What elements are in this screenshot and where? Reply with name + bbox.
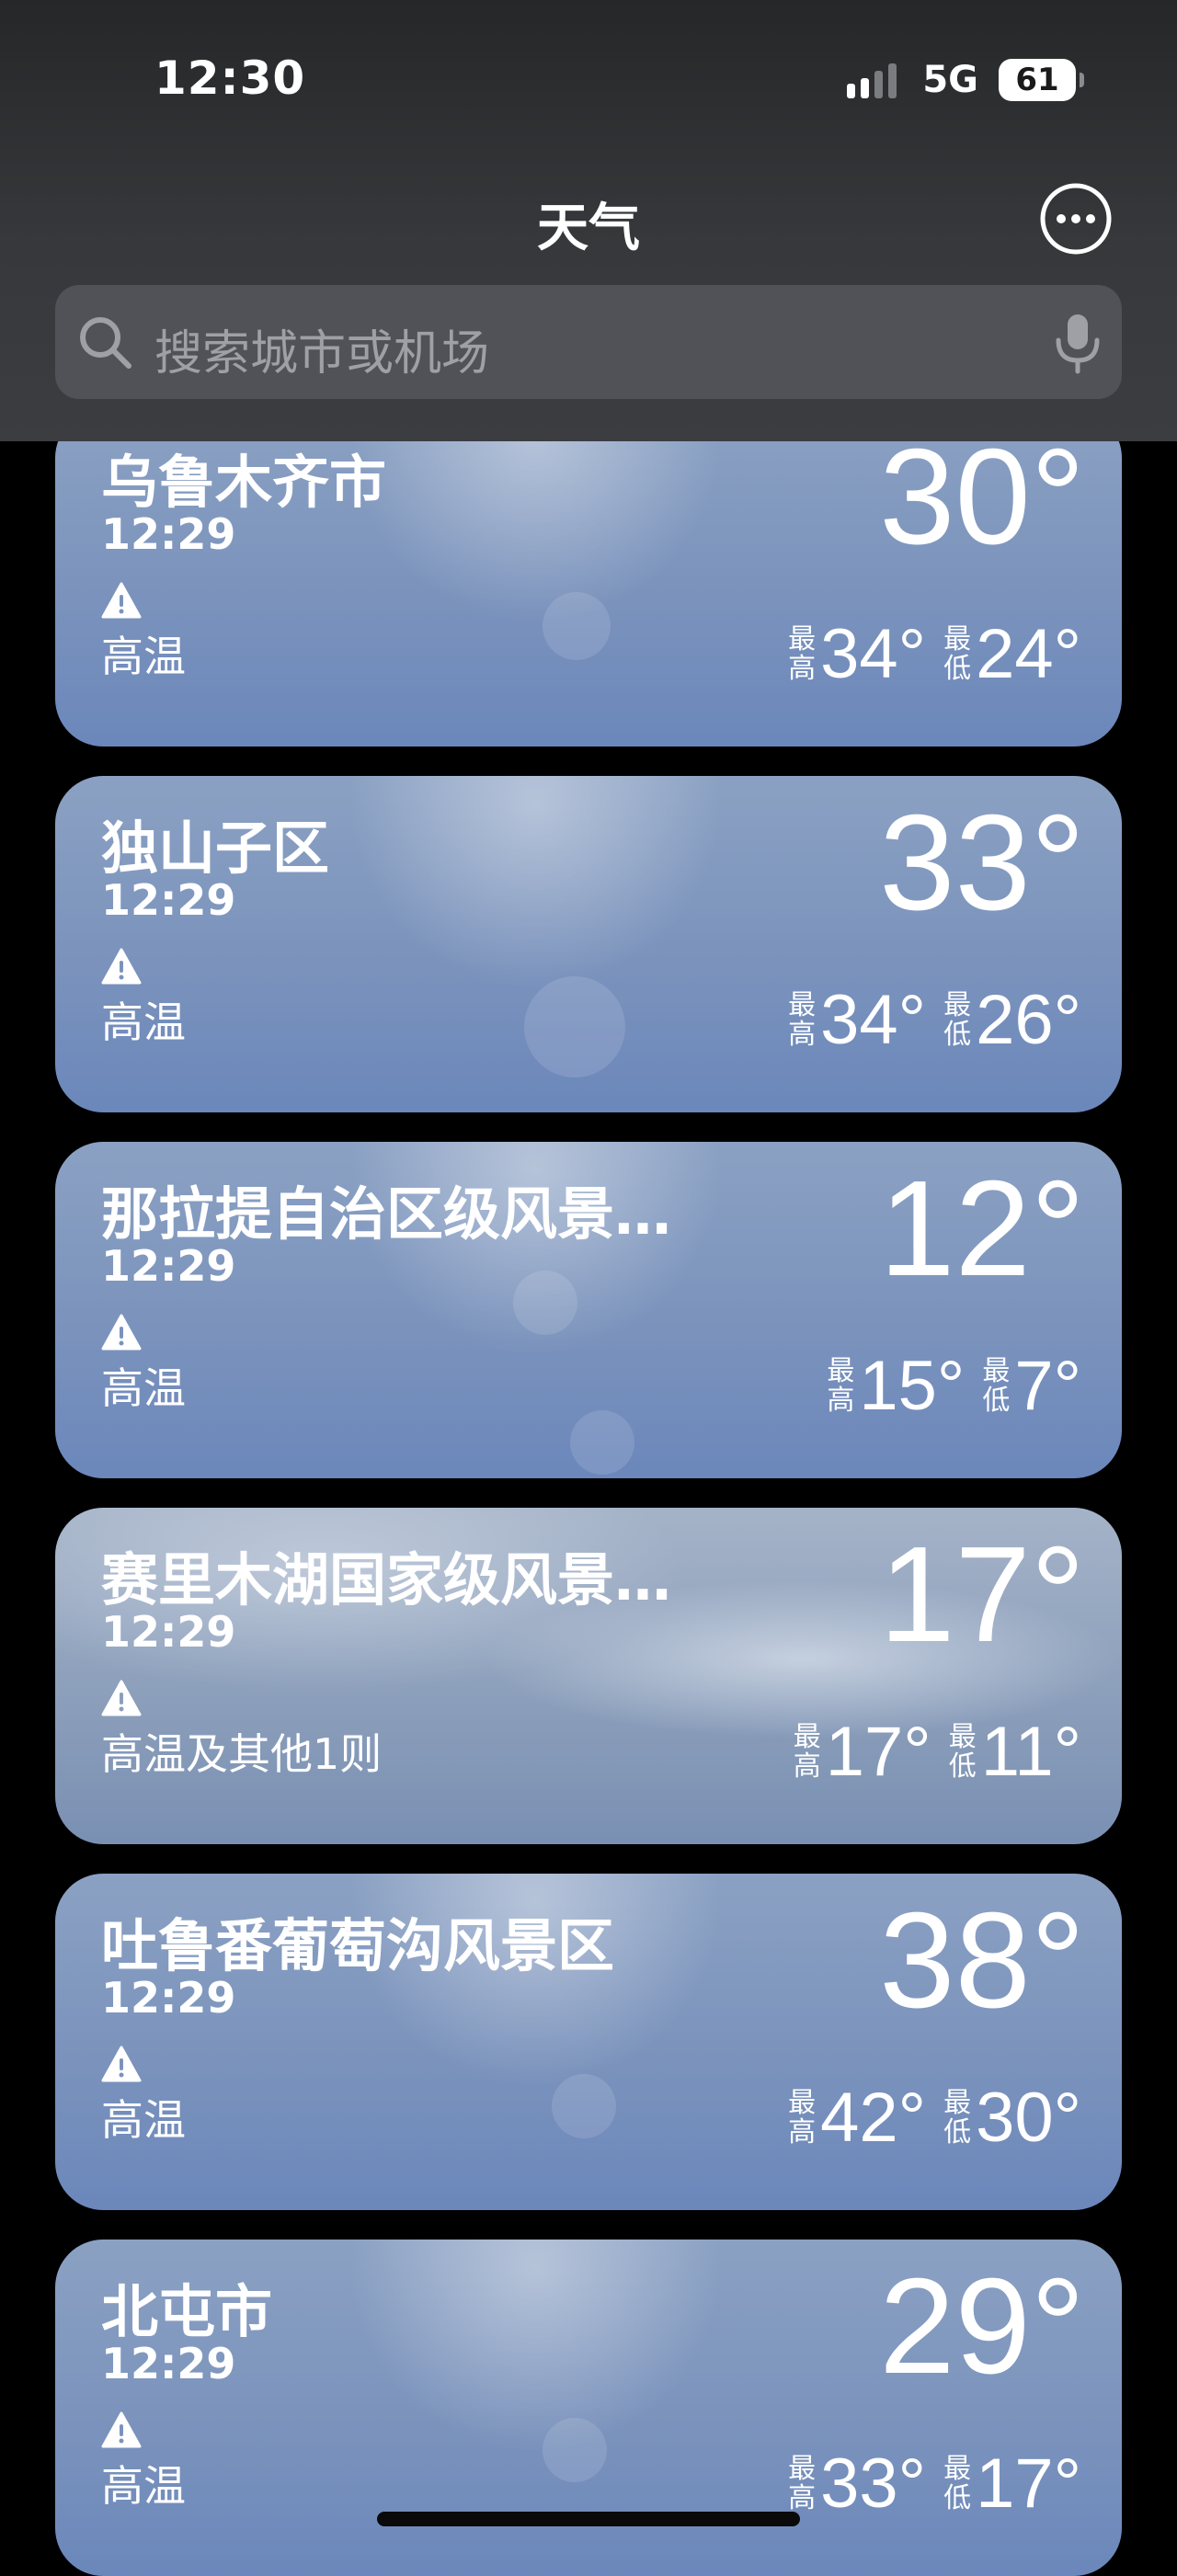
city-card[interactable]: 赛里木湖国家级风景… 12:29 17° 高温及其他1则 最高 17° 最低 1…	[55, 1508, 1122, 1844]
warning-icon	[101, 1680, 142, 1716]
high-temp: 33°	[820, 2445, 927, 2523]
high-temp: 42°	[820, 2079, 927, 2157]
high-label: 最高	[788, 622, 817, 685]
battery-level: 61	[1015, 62, 1059, 98]
status-time: 12:30	[154, 51, 306, 105]
high-label: 最高	[788, 2452, 817, 2514]
weather-alert: 高温	[101, 632, 186, 681]
city-card[interactable]: 那拉提自治区级风景… 12:29 12° 高温 最高 15° 最低 7°	[55, 1142, 1122, 1478]
low-temp: 30°	[976, 2079, 1081, 2157]
more-options-button[interactable]	[1039, 182, 1113, 256]
city-card[interactable]: 吐鲁番葡萄沟风景区 12:29 38° 高温 最高 42° 最低 30°	[55, 1874, 1122, 2210]
high-low-temps: 最高 33° 最低 17°	[787, 2444, 1081, 2524]
weather-alert: 高温	[101, 1363, 186, 1413]
high-low-temps: 最高 17° 最低 11°	[793, 1712, 1081, 1792]
high-low-temps: 最高 34° 最低 26°	[787, 980, 1081, 1060]
high-label: 最高	[827, 1354, 855, 1417]
search-input[interactable]: 搜索城市或机场	[154, 314, 489, 383]
high-label: 最高	[788, 988, 817, 1051]
low-label: 最低	[943, 2452, 972, 2514]
page-title: 天气	[537, 199, 640, 258]
high-low-temps: 最高 42° 最低 30°	[787, 2078, 1081, 2158]
warning-icon	[101, 948, 142, 985]
warning-icon	[101, 582, 142, 619]
ellipsis-circle-icon	[1040, 183, 1112, 255]
cellular-signal-icon	[841, 62, 897, 98]
current-temperature: 33°	[879, 787, 1085, 939]
city-name: 北屯市	[101, 2278, 273, 2345]
low-temp: 11°	[980, 1713, 1081, 1791]
low-temp: 7°	[1014, 1347, 1081, 1425]
current-temperature: 12°	[879, 1153, 1085, 1305]
city-card[interactable]: 乌鲁木齐市 12:29 30° 高温 最高 34° 最低 24°	[55, 410, 1122, 747]
high-temp: 15°	[859, 1347, 966, 1425]
low-label: 最低	[943, 988, 972, 1051]
microphone-icon[interactable]	[1050, 311, 1105, 375]
city-name: 独山子区	[101, 815, 330, 882]
home-indicator[interactable]	[377, 2512, 800, 2526]
city-name: 乌鲁木齐市	[101, 449, 387, 516]
status-indicators: 5G 61	[841, 55, 1084, 105]
high-low-temps: 最高 34° 最低 24°	[787, 614, 1081, 694]
search-bar[interactable]: 搜索城市或机场	[55, 285, 1122, 399]
current-temperature: 29°	[879, 2251, 1085, 2402]
warning-icon	[101, 1314, 142, 1351]
low-temp: 17°	[976, 2445, 1081, 2523]
city-local-time: 12:29	[101, 1973, 236, 2023]
city-local-time: 12:29	[101, 875, 236, 925]
high-label: 最高	[788, 2086, 817, 2149]
city-local-time: 12:29	[101, 1241, 236, 1291]
current-temperature: 38°	[879, 1885, 1085, 2036]
low-label: 最低	[943, 2086, 972, 2149]
weather-alert: 高温	[101, 2461, 186, 2511]
weather-alert: 高温	[101, 997, 186, 1047]
city-local-time: 12:29	[101, 2339, 236, 2388]
low-temp: 24°	[976, 615, 1081, 693]
magnifying-glass-icon	[80, 317, 131, 369]
low-label: 最低	[943, 622, 972, 685]
city-card[interactable]: 独山子区 12:29 33° 高温 最高 34° 最低 26°	[55, 776, 1122, 1112]
weather-alert: 高温	[101, 2095, 186, 2145]
low-temp: 26°	[976, 981, 1081, 1059]
city-local-time: 12:29	[101, 509, 236, 559]
high-temp: 34°	[820, 615, 927, 693]
current-temperature: 17°	[879, 1519, 1085, 1670]
weather-alert: 高温及其他1则	[101, 1729, 383, 1779]
high-temp: 17°	[825, 1713, 931, 1791]
high-low-temps: 最高 15° 最低 7°	[826, 1346, 1081, 1426]
low-label: 最低	[948, 1720, 977, 1783]
network-type: 5G	[922, 59, 978, 101]
warning-icon	[101, 2411, 142, 2448]
low-label: 最低	[982, 1354, 1011, 1417]
high-label: 最高	[793, 1720, 821, 1783]
current-temperature: 30°	[879, 421, 1085, 573]
header: 12:30 5G 61 天气 搜索城市或机场	[0, 0, 1177, 441]
battery-icon: 61	[999, 59, 1084, 101]
warning-icon	[101, 2046, 142, 2082]
high-temp: 34°	[820, 981, 927, 1059]
city-name: 那拉提自治区级风景…	[101, 1180, 672, 1248]
city-name: 赛里木湖国家级风景…	[101, 1546, 672, 1613]
city-local-time: 12:29	[101, 1607, 236, 1657]
city-name: 吐鲁番葡萄沟风景区	[101, 1912, 615, 1979]
